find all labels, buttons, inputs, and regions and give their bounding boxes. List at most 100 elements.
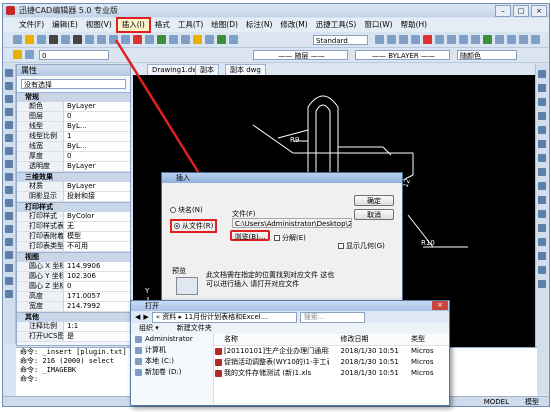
property-row[interactable]: 透明度 ByLayer xyxy=(17,162,130,172)
from-file-radio[interactable]: 从文件(R) xyxy=(170,219,218,233)
property-row[interactable]: 宽度 214.7992 xyxy=(17,302,130,312)
hatch-icon[interactable] xyxy=(459,35,468,44)
property-row[interactable]: 线型 ByL... xyxy=(17,122,130,132)
circle-tool-icon[interactable] xyxy=(5,147,13,155)
mirror-tool-icon[interactable] xyxy=(538,98,546,106)
scale-tool-icon[interactable] xyxy=(538,168,546,176)
point-tool-icon[interactable] xyxy=(5,225,13,233)
organize-button[interactable]: 组织 ▾ xyxy=(139,323,159,334)
property-row[interactable]: 圆心 X 坐标 114.9906 xyxy=(17,262,130,272)
osnap-icon[interactable] xyxy=(531,35,540,44)
show-geometry-checkbox[interactable]: 显示几何(G) xyxy=(338,241,385,251)
explode-tool-icon[interactable] xyxy=(538,280,546,288)
copy-tool-icon[interactable] xyxy=(538,84,546,92)
line-tool-icon[interactable] xyxy=(5,69,13,77)
preview-icon[interactable] xyxy=(61,35,70,44)
grid-icon[interactable] xyxy=(507,35,516,44)
rectangle-tool-icon[interactable] xyxy=(5,121,13,129)
extend-tool-icon[interactable] xyxy=(538,210,546,218)
gradient-tool-icon[interactable] xyxy=(5,251,13,259)
property-value[interactable]: 1:1 xyxy=(64,322,130,331)
property-row[interactable]: 厚度 0 xyxy=(17,152,130,162)
menu-modify[interactable]: 修改(M) xyxy=(276,19,311,31)
spline-tool-icon[interactable] xyxy=(5,173,13,181)
chamfer-tool-icon[interactable] xyxy=(538,252,546,260)
open-folder-icon[interactable] xyxy=(25,35,34,44)
property-group-header[interactable]: 视图 xyxy=(17,252,130,262)
explode-checkbox[interactable]: 分解(E) xyxy=(274,233,306,243)
property-row[interactable]: 图层 0 xyxy=(17,112,130,122)
region-tool-icon[interactable] xyxy=(5,264,13,272)
nav-item-drive-c[interactable]: 本地 (C:) xyxy=(131,356,213,367)
property-value[interactable]: ByColor xyxy=(64,212,130,221)
measure-icon[interactable] xyxy=(217,35,226,44)
property-value[interactable]: 114.9906 xyxy=(64,262,130,271)
selection-combo[interactable]: 没有选择 xyxy=(21,79,126,89)
join-tool-icon[interactable] xyxy=(538,238,546,246)
block-icon[interactable] xyxy=(229,35,238,44)
fillet-tool-icon[interactable] xyxy=(538,266,546,274)
cloud-tool-icon[interactable] xyxy=(5,160,13,168)
column-type-header[interactable]: 类型 xyxy=(407,334,449,345)
layers-icon[interactable] xyxy=(181,35,190,44)
file-row[interactable]: [20110101]生产企业办理门通用报批... 2018/1/30 10:51 M… xyxy=(214,346,449,357)
property-row[interactable]: 颜色 ByLayer xyxy=(17,102,130,112)
model-space-toggle[interactable]: MODEL xyxy=(484,397,509,406)
explorer-close-button[interactable]: × xyxy=(432,301,448,310)
lineweight-combo[interactable]: —— BYLAYER —— xyxy=(355,50,450,60)
polyline-icon[interactable] xyxy=(387,35,396,44)
menu-help[interactable]: 帮助(H) xyxy=(397,19,432,31)
property-value[interactable]: 0 xyxy=(64,282,130,291)
properties-icon[interactable] xyxy=(169,35,178,44)
menu-view[interactable]: 视图(V) xyxy=(82,19,116,31)
nav-item-computer[interactable]: 计算机 xyxy=(131,345,213,356)
layer-state-icon[interactable] xyxy=(25,50,34,59)
file-row[interactable]: 我的文件存储测试 (新)1.xls 2018/1/30 10:51 Micros xyxy=(214,368,449,379)
circle-icon[interactable] xyxy=(411,35,420,44)
move-tool-icon[interactable] xyxy=(538,140,546,148)
erase-tool-icon[interactable] xyxy=(538,70,546,78)
stretch-tool-icon[interactable] xyxy=(538,182,546,190)
property-group-header[interactable]: 其他 xyxy=(17,312,130,322)
layer-combo[interactable]: 0 xyxy=(39,50,109,60)
print-icon[interactable] xyxy=(49,35,58,44)
doc-tab-copy-dwg[interactable]: 副本 dwg xyxy=(225,64,266,75)
hatch-tool-icon[interactable] xyxy=(5,238,13,246)
status-extra[interactable]: 模型 xyxy=(525,397,539,406)
close-button[interactable]: × xyxy=(531,5,547,17)
trim-tool-icon[interactable] xyxy=(538,196,546,204)
column-name-header[interactable]: 名称 xyxy=(214,334,329,345)
forward-arrow-icon[interactable]: ▶ xyxy=(143,313,148,321)
property-row[interactable]: 打印表类型 不可用 xyxy=(17,242,130,252)
property-value[interactable]: 1 xyxy=(64,132,130,141)
property-value[interactable]: 是 xyxy=(64,332,130,341)
cut-icon[interactable] xyxy=(73,35,82,44)
redo-icon[interactable] xyxy=(121,35,130,44)
menu-format[interactable]: 格式 xyxy=(151,19,174,31)
layer-manager-icon[interactable] xyxy=(13,50,22,59)
property-row[interactable]: 打印样式 ByColor xyxy=(17,212,130,222)
property-value[interactable]: ByLayer xyxy=(64,162,130,171)
property-row[interactable]: 材质 ByLayer xyxy=(17,182,130,192)
property-group-header[interactable]: 三维效果 xyxy=(17,172,130,182)
make-block-tool-icon[interactable] xyxy=(5,212,13,220)
explorer-search-field[interactable]: 搜索... xyxy=(299,311,365,323)
arc-icon[interactable] xyxy=(399,35,408,44)
ortho-icon[interactable] xyxy=(519,35,528,44)
minimize-button[interactable]: – xyxy=(495,5,511,17)
polygon-icon[interactable] xyxy=(447,35,456,44)
pan-icon[interactable] xyxy=(145,35,154,44)
menu-xunjie-tools[interactable]: 迅捷工具(S) xyxy=(312,19,361,31)
property-value[interactable]: ByLayer xyxy=(64,182,130,191)
file-path-field[interactable]: C:\Users\Administrator\Desktop\2 xyxy=(232,218,352,228)
ellipse-tool-icon[interactable] xyxy=(5,186,13,194)
copy-icon[interactable] xyxy=(85,35,94,44)
spline-icon[interactable] xyxy=(423,35,432,44)
property-group-header[interactable]: 打印样式 xyxy=(17,202,130,212)
rectangle-icon[interactable] xyxy=(435,35,444,44)
property-value[interactable]: ByLayer xyxy=(64,102,130,111)
address-path-field[interactable]: « 资料 ▸ 11月份计划表格和Excel... xyxy=(151,311,297,323)
zoom-icon[interactable] xyxy=(157,35,166,44)
property-group-header[interactable]: 常规 xyxy=(17,92,130,102)
property-value[interactable]: 不可用 xyxy=(64,242,130,251)
